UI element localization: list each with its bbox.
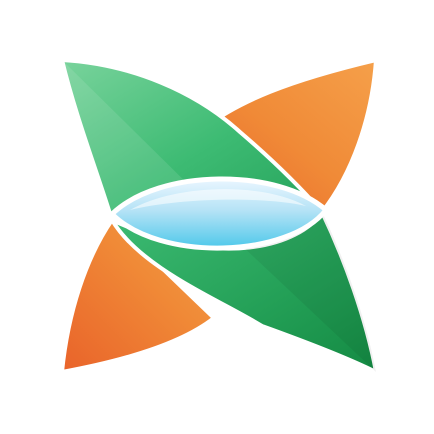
logo-canvas: [0, 0, 434, 434]
x-leaves-logo-icon: [60, 58, 378, 374]
